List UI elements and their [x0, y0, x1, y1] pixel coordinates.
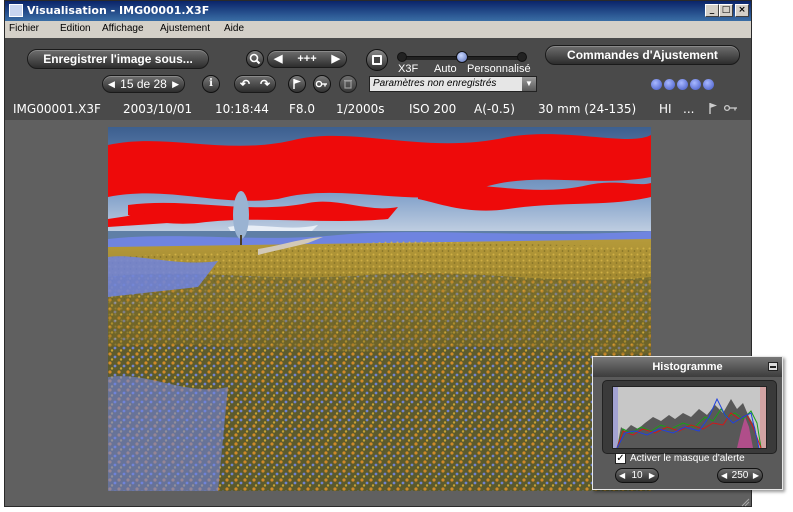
- info-exposure: A(-0.5): [474, 102, 515, 116]
- mode-label-personnalise: Personnalisé: [467, 63, 531, 75]
- flag-icon[interactable]: [288, 75, 306, 93]
- menu-affichage[interactable]: Affichage: [102, 23, 144, 34]
- high-threshold-increase-icon[interactable]: ▶: [753, 469, 759, 482]
- low-threshold-decrease-icon[interactable]: ◀: [619, 469, 625, 482]
- photo-preview[interactable]: [108, 127, 651, 491]
- histogram-title: Histogramme: [652, 361, 723, 373]
- histogram-collapse-icon[interactable]: [768, 362, 778, 371]
- close-button[interactable]: ×: [735, 4, 749, 17]
- info-shutter: 1/2000s: [336, 102, 385, 116]
- zoom-right-arrow-icon[interactable]: ▶: [332, 51, 340, 67]
- image-counter-label: 15 de 28: [120, 77, 167, 91]
- mode-slider-thumb[interactable]: [456, 51, 468, 63]
- rotate-left-icon[interactable]: ↶: [240, 77, 250, 91]
- info-bar: IMG00001.X3F 2003/10/01 10:18:44 F8.0 1/…: [5, 98, 751, 120]
- info-more: ...: [683, 102, 695, 116]
- mode-label-x3f: X3F: [398, 63, 419, 75]
- info-iso: ISO 200: [409, 102, 457, 116]
- info-icon[interactable]: i: [202, 75, 220, 93]
- mode-slider[interactable]: [397, 51, 529, 63]
- info-aperture: F8.0: [289, 102, 315, 116]
- toolbar: Enregistrer l'image sous... ◀ +++ ▶ X3F …: [5, 38, 751, 98]
- high-threshold-decrease-icon[interactable]: ◀: [721, 469, 727, 482]
- save-image-as-button[interactable]: Enregistrer l'image sous...: [27, 49, 209, 69]
- mode-label-auto: Auto: [434, 63, 457, 75]
- menu-edition[interactable]: Edition: [60, 23, 91, 34]
- histogram-panel: Histogramme ✓ Activer le masque d'alerte…: [592, 356, 783, 490]
- dropdown-arrow-icon[interactable]: ▼: [522, 77, 536, 91]
- image-counter[interactable]: ◀ 15 de 28 ▶: [102, 75, 185, 93]
- status-lights: [651, 78, 723, 92]
- info-flag-icon: [708, 101, 720, 118]
- info-filename: IMG00001.X3F: [13, 102, 101, 116]
- info-quality: HI: [659, 102, 672, 116]
- high-threshold-value: 250: [731, 470, 749, 481]
- high-threshold-spinner[interactable]: ◀ 250 ▶: [717, 468, 763, 483]
- alert-mask-checkbox[interactable]: ✓: [615, 453, 626, 464]
- menu-ajustement[interactable]: Ajustement: [160, 23, 210, 34]
- status-light-4: [690, 79, 701, 90]
- status-light-3: [677, 79, 688, 90]
- low-threshold-increase-icon[interactable]: ▶: [649, 469, 655, 482]
- menu-fichier[interactable]: Fichier: [9, 23, 39, 34]
- settings-status: Paramètres non enregistrés: [373, 78, 497, 89]
- zoom-icon[interactable]: [246, 50, 264, 68]
- trash-icon[interactable]: [339, 75, 357, 93]
- menu-aide[interactable]: Aide: [224, 23, 244, 34]
- app-icon: [9, 4, 23, 17]
- menu-bar: Fichier Edition Affichage Ajustement Aid…: [5, 21, 751, 38]
- status-light-5: [703, 79, 714, 90]
- minimize-button[interactable]: _: [705, 4, 719, 17]
- previous-image-icon[interactable]: ◀: [108, 76, 115, 92]
- info-focal: 30 mm (24-135): [538, 102, 637, 116]
- status-light-1: [651, 79, 662, 90]
- info-time: 10:18:44: [215, 102, 269, 116]
- zoom-value: +++: [297, 53, 317, 65]
- info-lock-icon: [723, 101, 739, 118]
- window-title: Visualisation - IMG00001.X3F: [27, 4, 210, 17]
- settings-dropdown[interactable]: Paramètres non enregistrés ▼: [369, 76, 537, 92]
- resize-grip-icon[interactable]: [740, 494, 750, 507]
- info-date: 2003/10/01: [123, 102, 193, 116]
- zoom-selector[interactable]: ◀ +++ ▶: [267, 50, 347, 68]
- rotate-group: ↶ ↷: [234, 75, 276, 93]
- next-image-icon[interactable]: ▶: [172, 76, 179, 92]
- histogram-graph: [612, 386, 767, 449]
- alert-mask-label: Activer le masque d'alerte: [630, 453, 745, 464]
- status-light-2: [664, 79, 675, 90]
- adjustment-controls-button[interactable]: Commandes d'Ajustement: [545, 45, 740, 65]
- lock-icon[interactable]: [313, 75, 331, 93]
- rotate-right-icon[interactable]: ↷: [260, 77, 270, 91]
- histogram-title-bar[interactable]: Histogramme: [593, 357, 782, 377]
- preset-mode-icon[interactable]: [366, 49, 388, 71]
- title-bar[interactable]: Visualisation - IMG00001.X3F _ □ ×: [5, 1, 751, 21]
- low-threshold-spinner[interactable]: ◀ 10 ▶: [615, 468, 659, 483]
- maximize-button[interactable]: □: [719, 4, 733, 17]
- zoom-left-arrow-icon[interactable]: ◀: [274, 51, 282, 67]
- low-threshold-value: 10: [631, 470, 643, 481]
